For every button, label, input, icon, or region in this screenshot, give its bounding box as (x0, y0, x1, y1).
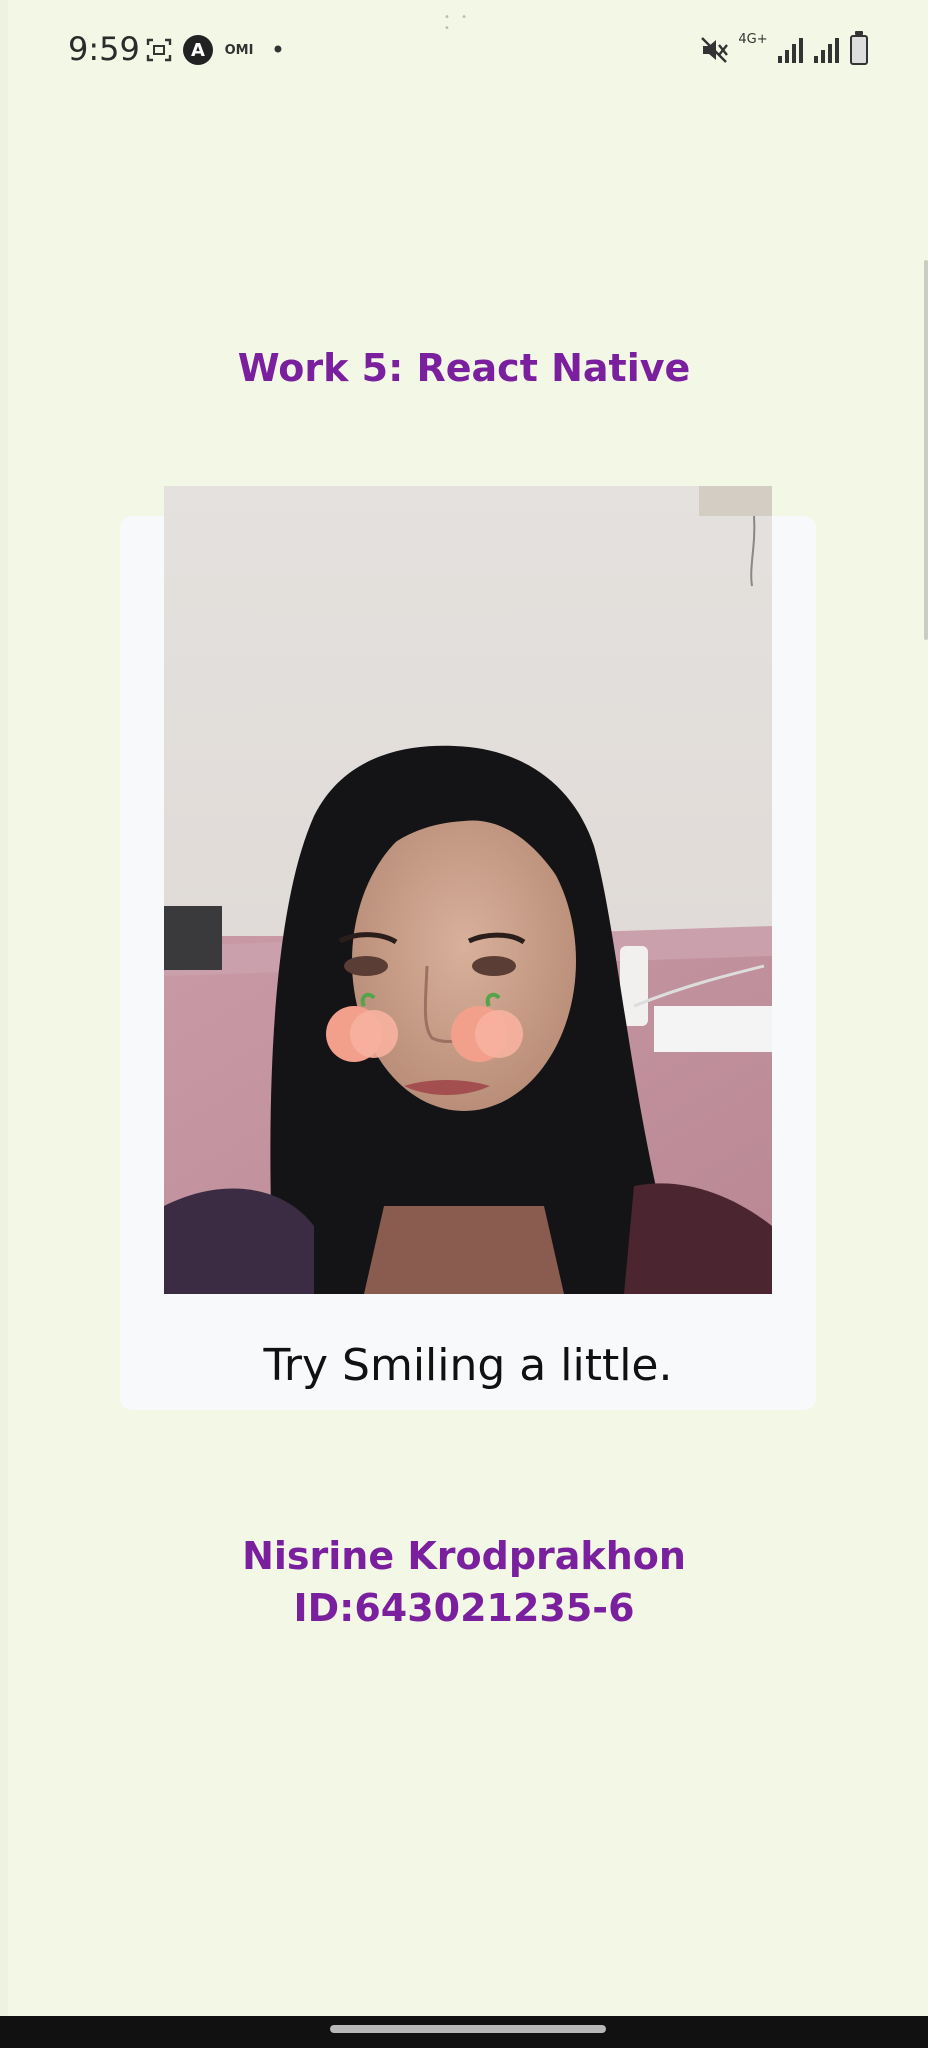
signal-icon (776, 34, 804, 66)
author-name: Nisrine Krodprakhon (242, 1534, 686, 1578)
network-4g-icon: 4G+ (738, 32, 768, 47)
page-title: Work 5: React Native (237, 346, 691, 390)
notification-dot-icon: • (270, 36, 286, 64)
camera-caption: Try Smiling a little. (263, 1340, 673, 1391)
window-edge (0, 0, 8, 2016)
battery-icon (848, 31, 870, 66)
scroll-indicator (924, 260, 928, 640)
author-credit: Nisrine Krodprakhon ID:643021235-6 (0, 1530, 928, 1634)
home-gesture-pill[interactable] (330, 2025, 606, 2033)
screenshot-icon (144, 34, 174, 66)
student-id: ID:643021235-6 (293, 1586, 635, 1630)
status-bar: 9:59 A OMI • 4G+ (0, 0, 928, 104)
camera-preview (164, 486, 772, 1294)
app-a-icon: A (182, 34, 214, 66)
app-a-letter: A (183, 35, 213, 65)
omi-icon: OMI (224, 42, 254, 58)
mute-icon (698, 34, 730, 66)
status-time: 9:59 (68, 30, 140, 68)
signal-icon (812, 34, 840, 66)
